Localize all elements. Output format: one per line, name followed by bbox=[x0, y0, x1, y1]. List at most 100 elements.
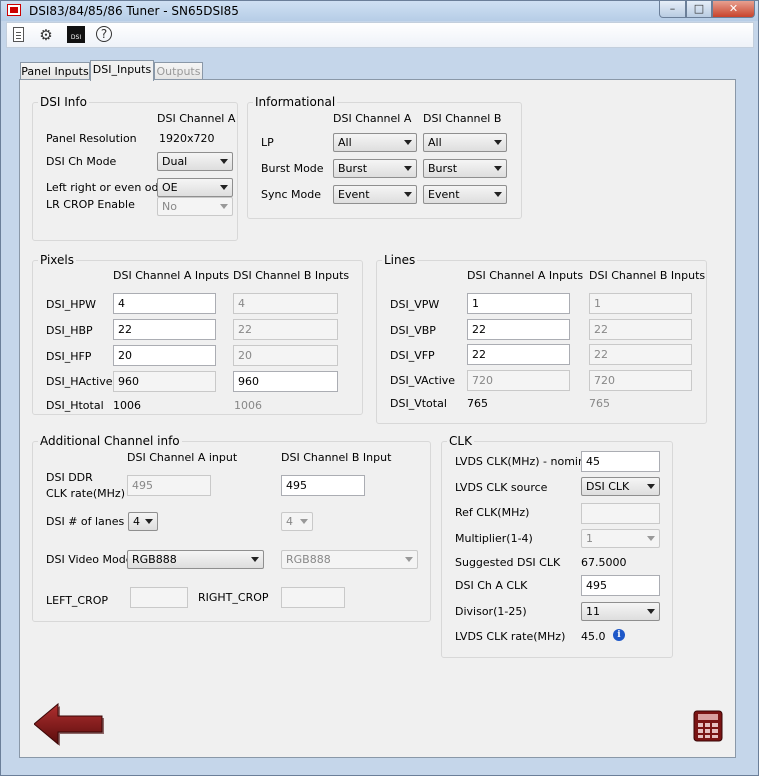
document-icon[interactable] bbox=[13, 27, 24, 42]
left-right-select[interactable]: OE bbox=[157, 178, 233, 197]
lvds-nominal-input[interactable]: 45 bbox=[581, 451, 660, 472]
burst-mode-label: Burst Mode bbox=[261, 162, 324, 175]
lp-value-a: All bbox=[338, 136, 352, 149]
divisor-label: Divisor(1-25) bbox=[455, 605, 527, 618]
calculator-icon[interactable] bbox=[693, 710, 723, 742]
hbp-label: DSI_HBP bbox=[46, 324, 93, 337]
hactive-input-b[interactable]: 960 bbox=[233, 371, 338, 392]
hbp-input-a[interactable]: 22 bbox=[113, 319, 216, 340]
ref-clk-input bbox=[581, 503, 660, 524]
left-crop-input bbox=[130, 587, 188, 608]
video-mode-select-a[interactable]: RGB888 bbox=[127, 550, 264, 569]
htotal-value-b: 1006 bbox=[234, 399, 262, 412]
hpw-label: DSI_HPW bbox=[46, 298, 96, 311]
chevron-down-icon bbox=[220, 204, 228, 209]
sync-mode-select-b[interactable]: Event bbox=[423, 185, 507, 204]
lvds-source-value: DSI CLK bbox=[586, 480, 630, 493]
lr-crop-value: No bbox=[162, 200, 177, 213]
vbp-input-a[interactable]: 22 bbox=[467, 319, 570, 340]
chevron-down-icon bbox=[494, 166, 502, 171]
panel-resolution-label: Panel Resolution bbox=[46, 132, 137, 145]
vtotal-value-a: 765 bbox=[467, 397, 488, 410]
lr-crop-select: No bbox=[157, 197, 233, 216]
lr-crop-label: LR CROP Enable bbox=[46, 198, 135, 211]
back-arrow-icon[interactable] bbox=[34, 702, 104, 746]
chevron-down-icon bbox=[404, 166, 412, 171]
video-mode-select-b: RGB888 bbox=[281, 550, 418, 569]
right-crop-label: RIGHT_CROP bbox=[198, 591, 269, 604]
pixels-title: Pixels bbox=[38, 253, 77, 267]
sync-mode-value-a: Event bbox=[338, 188, 370, 201]
ddr-label-line1: DSI DDR bbox=[46, 471, 93, 484]
right-crop-input bbox=[281, 587, 345, 608]
pixels-col-a: DSI Channel A Inputs bbox=[113, 269, 230, 282]
left-right-label: Left right or even odd bbox=[46, 181, 166, 194]
divisor-value: 11 bbox=[586, 605, 600, 618]
hbp-input-b: 22 bbox=[233, 319, 338, 340]
close-button[interactable]: ✕ bbox=[712, 1, 755, 18]
tab-dsi-inputs[interactable]: DSI_Inputs bbox=[90, 60, 154, 81]
info-icon[interactable]: i bbox=[613, 629, 625, 641]
informational-title: Informational bbox=[253, 95, 338, 109]
ch-mode-value: Dual bbox=[162, 155, 188, 168]
additional-title: Additional Channel info bbox=[38, 434, 182, 448]
burst-mode-select-a[interactable]: Burst bbox=[333, 159, 417, 178]
lvds-rate-label: LVDS CLK rate(MHz) bbox=[455, 630, 566, 643]
minimize-button[interactable]: – bbox=[659, 1, 686, 18]
chevron-down-icon bbox=[220, 159, 228, 164]
ddr-input-b[interactable]: 495 bbox=[281, 475, 365, 496]
lp-select-a[interactable]: All bbox=[333, 133, 417, 152]
vbp-label: DSI_VBP bbox=[390, 324, 436, 337]
dsi-info-title: DSI Info bbox=[38, 95, 89, 109]
lp-label: LP bbox=[261, 136, 274, 149]
hfp-input-a[interactable]: 20 bbox=[113, 345, 216, 366]
chevron-down-icon bbox=[145, 519, 153, 524]
lanes-select-a[interactable]: 4 bbox=[128, 512, 158, 531]
maximize-button[interactable]: □ bbox=[686, 1, 712, 18]
clk-title: CLK bbox=[447, 434, 474, 448]
chevron-down-icon bbox=[220, 185, 228, 190]
dsi-icon[interactable]: DSI bbox=[67, 26, 85, 43]
htotal-value-a: 1006 bbox=[113, 399, 141, 412]
vactive-input-a: 720 bbox=[467, 370, 570, 391]
ddr-input-a: 495 bbox=[127, 475, 211, 496]
vpw-input-a[interactable]: 1 bbox=[467, 293, 570, 314]
dsi-info-col-header: DSI Channel A bbox=[157, 112, 236, 125]
lvds-nominal-label: LVDS CLK(MHz) - nominal bbox=[455, 455, 595, 468]
vtotal-value-b: 765 bbox=[589, 397, 610, 410]
video-mode-value-a: RGB888 bbox=[132, 553, 177, 566]
chevron-down-icon bbox=[251, 557, 259, 562]
ddr-label-line2: CLK rate(MHz) bbox=[46, 487, 125, 500]
ch-mode-select[interactable]: Dual bbox=[157, 152, 233, 171]
multiplier-value: 1 bbox=[586, 532, 593, 545]
vfp-input-a[interactable]: 22 bbox=[467, 344, 570, 365]
title-bar[interactable]: DSI83/84/85/86 Tuner - SN65DSI85 – □ ✕ bbox=[1, 1, 758, 21]
chevron-down-icon bbox=[494, 192, 502, 197]
hfp-label: DSI_HFP bbox=[46, 350, 92, 363]
lvds-source-label: LVDS CLK source bbox=[455, 481, 548, 494]
lines-col-b: DSI Channel B Inputs bbox=[589, 269, 706, 282]
info-col-a: DSI Channel A bbox=[333, 112, 412, 125]
lp-select-b[interactable]: All bbox=[423, 133, 507, 152]
ref-clk-label: Ref CLK(MHz) bbox=[455, 506, 530, 519]
vpw-input-b: 1 bbox=[589, 293, 692, 314]
hpw-input-a[interactable]: 4 bbox=[113, 293, 216, 314]
suggested-clk-label: Suggested DSI CLK bbox=[455, 556, 561, 569]
tab-panel-dsi-inputs: DSI Info DSI Channel A Panel Resolution … bbox=[19, 79, 736, 758]
vbp-input-b: 22 bbox=[589, 319, 692, 340]
chevron-down-icon bbox=[300, 519, 308, 524]
app-icon bbox=[7, 4, 21, 16]
tab-panel-inputs[interactable]: Panel Inputs bbox=[20, 62, 90, 80]
window-title: DSI83/84/85/86 Tuner - SN65DSI85 bbox=[29, 4, 239, 18]
lines-title: Lines bbox=[382, 253, 418, 267]
vactive-input-b: 720 bbox=[589, 370, 692, 391]
ch-a-clk-input[interactable]: 495 bbox=[581, 575, 660, 596]
gear-icon[interactable]: ⚙ bbox=[37, 26, 55, 44]
tab-outputs: Outputs bbox=[154, 62, 203, 80]
help-icon[interactable]: ? bbox=[96, 26, 112, 42]
sync-mode-select-a[interactable]: Event bbox=[333, 185, 417, 204]
divisor-select[interactable]: 11 bbox=[581, 602, 660, 621]
lvds-source-select[interactable]: DSI CLK bbox=[581, 477, 660, 496]
chevron-down-icon bbox=[405, 557, 413, 562]
burst-mode-select-b[interactable]: Burst bbox=[423, 159, 507, 178]
